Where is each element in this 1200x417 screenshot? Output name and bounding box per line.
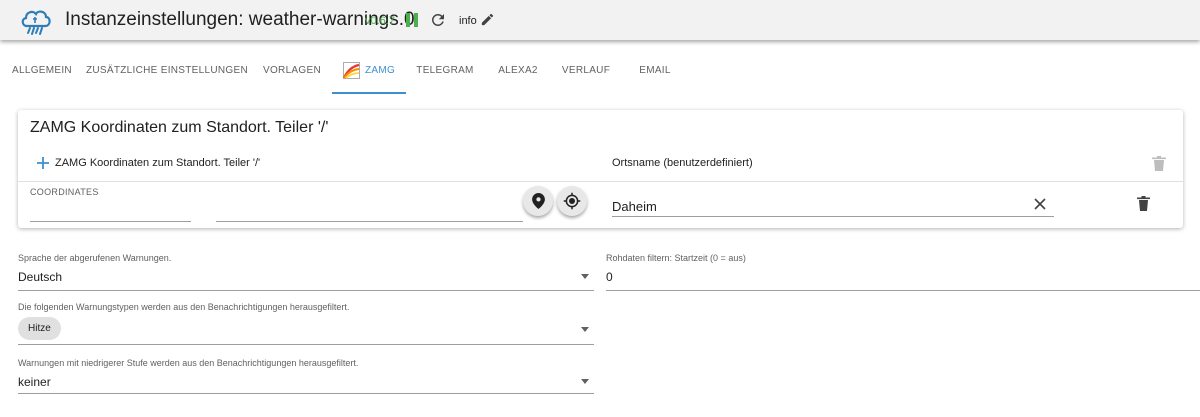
tab-label: ALEXA2 xyxy=(498,64,538,76)
tab-allgemein[interactable]: ALLGEMEIN xyxy=(8,46,76,94)
map-pin-icon xyxy=(531,193,545,209)
warning-types-label: Die folgenden Warnungstypen werden aus d… xyxy=(18,302,350,312)
raw-filter-underline xyxy=(606,290,1200,291)
tab-label: TELEGRAM xyxy=(416,64,474,76)
gps-locate-icon xyxy=(563,192,581,210)
language-select[interactable]: Deutsch xyxy=(18,270,62,284)
lower-level-underline xyxy=(18,393,594,394)
ortsname-input[interactable] xyxy=(612,196,1054,217)
zamg-coordinates-card: ZAMG Koordinaten zum Standort. Teiler '/… xyxy=(18,110,1183,228)
warning-type-chip[interactable]: Hitze xyxy=(18,317,61,340)
chevron-down-icon[interactable] xyxy=(581,379,589,384)
card-title: ZAMG Koordinaten zum Standort. Teiler '/… xyxy=(30,119,329,136)
chevron-down-icon[interactable] xyxy=(581,274,589,279)
app-header: Instanzeinstellungen: weather-warnings.0… xyxy=(0,0,1200,40)
info-label: info xyxy=(459,15,477,27)
table-divider xyxy=(18,181,1183,182)
tab-zusaetzliche-einstellungen[interactable]: ZUSÄTZLICHE EINSTELLUNGEN xyxy=(86,46,248,94)
raw-filter-input[interactable]: 0 xyxy=(606,270,613,284)
tab-bar: ALLGEMEIN ZUSÄTZLICHE EINSTELLUNGEN VORL… xyxy=(0,46,1200,94)
delete-row-icon[interactable] xyxy=(1137,196,1150,211)
tab-verlauf[interactable]: VERLAUF xyxy=(556,46,616,94)
coordinates-label: COORDINATES xyxy=(30,187,99,197)
add-coordinate-button[interactable]: ZAMG Koordinaten zum Standort. Teiler '/… xyxy=(55,157,260,169)
pencil-icon[interactable] xyxy=(480,12,495,27)
locate-button[interactable] xyxy=(557,186,587,216)
page-title: Instanzeinstellungen: weather-warnings.0 xyxy=(65,9,415,30)
lower-level-label: Warnungen mit niedrigerer Stufe werden a… xyxy=(18,358,359,368)
tab-label: VERLAUF xyxy=(561,64,611,76)
version-label: v0.6.7 xyxy=(365,15,395,27)
chevron-down-icon[interactable] xyxy=(581,327,589,332)
tab-telegram[interactable]: TELEGRAM xyxy=(412,46,478,94)
tab-label: EMAIL xyxy=(639,64,671,76)
raw-filter-label: Rohdaten filtern: Startzeit (0 = aus) xyxy=(606,253,746,263)
column-header-ortsname: Ortsname (benutzerdefiniert) xyxy=(612,157,753,169)
tab-label: ALLGEMEIN xyxy=(12,64,72,76)
tab-alexa2[interactable]: ALEXA2 xyxy=(488,46,548,94)
tab-label: ZAMG xyxy=(364,64,396,76)
language-label: Sprache der abgerufenen Warnungen. xyxy=(18,253,172,263)
tab-zamg[interactable]: ZAMG xyxy=(336,46,402,94)
language-underline xyxy=(18,290,594,291)
zamg-logo-icon xyxy=(342,61,360,79)
coordinate-input-2[interactable] xyxy=(216,207,523,222)
tab-label: ZUSÄTZLICHE EINSTELLUNGEN xyxy=(86,64,248,76)
tab-vorlagen[interactable]: VORLAGEN xyxy=(258,46,326,94)
delete-all-icon xyxy=(1152,156,1166,171)
tab-email[interactable]: EMAIL xyxy=(626,46,684,94)
lower-level-select[interactable]: keiner xyxy=(18,375,51,389)
warning-types-underline xyxy=(18,344,594,345)
tab-label: VORLAGEN xyxy=(263,64,321,76)
clear-icon[interactable] xyxy=(1034,198,1046,210)
add-icon[interactable] xyxy=(37,157,49,169)
pause-icon[interactable] xyxy=(406,13,418,27)
refresh-icon[interactable] xyxy=(429,11,447,29)
map-pin-button[interactable] xyxy=(523,186,553,216)
coordinate-input-1[interactable] xyxy=(30,207,191,222)
active-tab-indicator xyxy=(332,92,406,94)
app-logo-icon xyxy=(21,10,51,35)
